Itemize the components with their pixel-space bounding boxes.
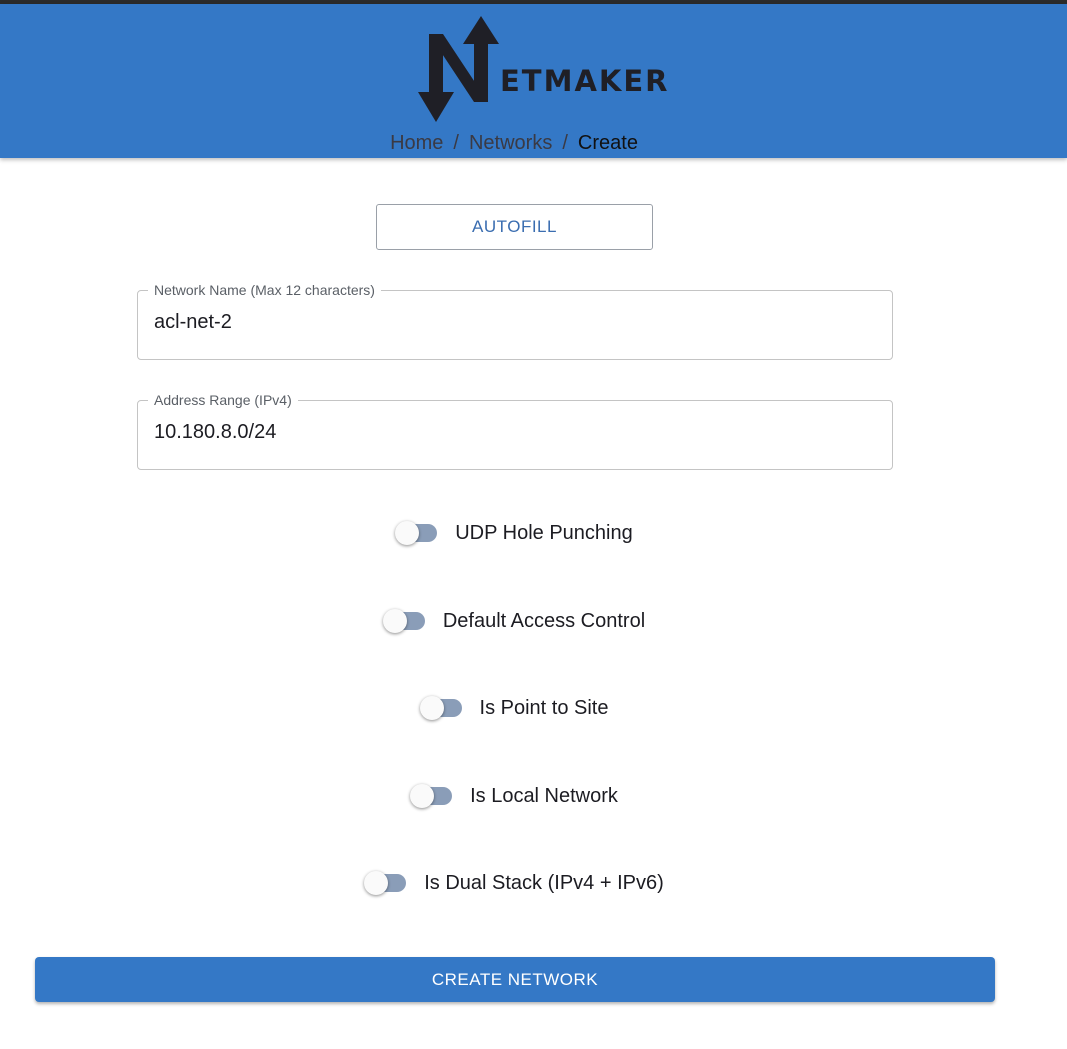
default-access-control-label: Default Access Control — [442, 609, 646, 632]
breadcrumb-networks[interactable]: Networks — [469, 132, 552, 154]
is-dual-stack-switch[interactable] — [364, 871, 408, 895]
breadcrumb-current: Create — [577, 132, 638, 154]
is-point-to-site-switch[interactable] — [419, 696, 464, 720]
breadcrumb-separator: / — [453, 132, 459, 154]
is-local-network-label: Is Local Network — [470, 784, 618, 807]
netmaker-logo[interactable]: ETMAKER — [418, 14, 668, 126]
switch-thumb — [382, 609, 407, 633]
address-range-input[interactable] — [154, 421, 874, 444]
network-name-field[interactable]: Network Name (Max 12 characters) — [137, 282, 893, 360]
udp-hole-punching-switch[interactable] — [395, 521, 439, 545]
network-name-label: Network Name (Max 12 characters) — [148, 282, 381, 298]
logo-wordmark: ETMAKER — [500, 64, 670, 98]
is-dual-stack-label: Is Dual Stack (IPv4 + IPv6) — [424, 871, 664, 894]
address-range-field[interactable]: Address Range (IPv4) — [137, 392, 893, 470]
default-access-control-toggle[interactable]: Default Access Control — [0, 606, 1028, 636]
network-name-input[interactable] — [154, 311, 874, 334]
breadcrumb-home[interactable]: Home — [390, 132, 443, 154]
breadcrumb-separator: / — [562, 132, 568, 154]
create-network-button[interactable]: CREATE NETWORK — [35, 957, 995, 1002]
breadcrumb: Home / Networks / Create — [0, 132, 1028, 155]
is-point-to-site-toggle[interactable]: Is Point to Site — [0, 693, 1028, 723]
is-local-network-toggle[interactable]: Is Local Network — [0, 781, 1028, 811]
address-range-label: Address Range (IPv4) — [148, 392, 298, 408]
autofill-button[interactable]: AUTOFILL — [376, 204, 653, 250]
switch-thumb — [410, 784, 435, 808]
is-local-network-switch[interactable] — [410, 784, 454, 808]
is-dual-stack-toggle[interactable]: Is Dual Stack (IPv4 + IPv6) — [0, 868, 1028, 898]
app-header: ETMAKER Home / Networks / Create — [0, 4, 1067, 158]
udp-hole-punching-label: UDP Hole Punching — [455, 521, 633, 544]
udp-hole-punching-toggle[interactable]: UDP Hole Punching — [0, 518, 1028, 548]
netmaker-logo-icon — [418, 16, 499, 122]
switch-thumb — [419, 696, 444, 720]
is-point-to-site-label: Is Point to Site — [479, 696, 609, 719]
default-access-control-switch[interactable] — [382, 609, 427, 633]
